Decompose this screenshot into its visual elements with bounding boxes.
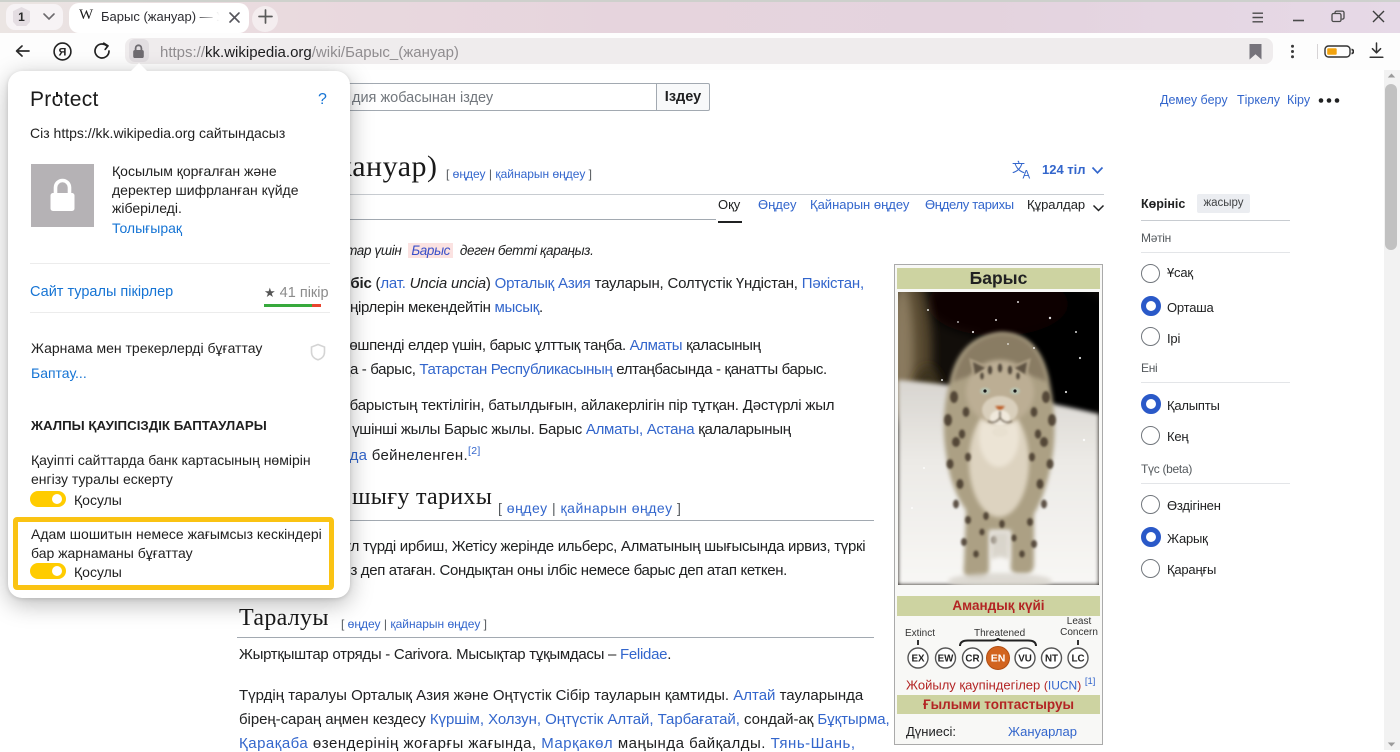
svg-text:CR: CR xyxy=(965,654,979,665)
svg-text:LC: LC xyxy=(1071,654,1084,665)
svg-text:Я: Я xyxy=(59,46,67,58)
svg-text:A: A xyxy=(1023,170,1031,180)
svg-text:VU: VU xyxy=(1018,654,1032,665)
svg-text:EN: EN xyxy=(991,653,1006,665)
svg-text:EX: EX xyxy=(911,654,925,665)
svg-text:NT: NT xyxy=(1045,654,1058,665)
svg-text:EW: EW xyxy=(938,654,955,665)
